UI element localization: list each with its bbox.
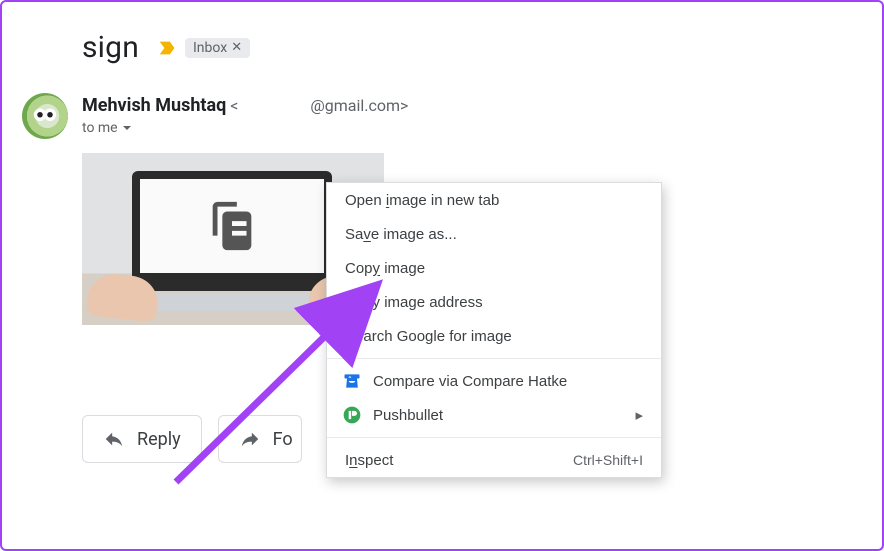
- sender-line: Mehvish Mushtaq <@gmail.com>: [82, 95, 408, 116]
- ctx-open-image-label: Open image in new tab: [345, 192, 499, 209]
- sender-name: Mehvish Mushtaq: [82, 95, 226, 116]
- reply-icon: [103, 428, 125, 450]
- sender-email: <@gmail.com>: [230, 96, 408, 115]
- recipient-text: to me: [82, 120, 118, 136]
- important-marker-icon[interactable]: [157, 37, 179, 59]
- forward-label: Fo: [273, 429, 293, 450]
- redacted-email: [238, 98, 310, 116]
- ctx-pushbullet[interactable]: Pushbullet ▸: [327, 398, 661, 432]
- ctx-copy-address[interactable]: Copy image address: [327, 285, 661, 319]
- inbox-label-chip[interactable]: Inbox ✕: [185, 38, 250, 58]
- remove-label-icon[interactable]: ✕: [231, 40, 242, 55]
- ctx-copy-address-label: Copy image address: [345, 294, 483, 311]
- ctx-copy-image[interactable]: Copy image: [327, 251, 661, 285]
- ctx-search-google-label: Search Google for image: [345, 328, 512, 345]
- ctx-inspect-label: Inspect: [345, 452, 393, 469]
- compare-hatke-icon: [341, 370, 363, 392]
- ctx-copy-image-label: Copy image: [345, 260, 425, 277]
- ctx-open-image[interactable]: Open image in new tab: [327, 183, 661, 217]
- reply-label: Reply: [137, 429, 181, 450]
- ctx-separator-1: [327, 358, 661, 359]
- forward-button[interactable]: Fo: [218, 415, 302, 463]
- ctx-search-google[interactable]: Search Google for image: [327, 319, 661, 353]
- ctx-save-image-label: Save image as...: [345, 226, 457, 243]
- ctx-save-image[interactable]: Save image as...: [327, 217, 661, 251]
- ctx-compare-hatke-label: Compare via Compare Hatke: [373, 373, 567, 390]
- chevron-down-icon: [122, 123, 132, 133]
- ctx-separator-2: [327, 437, 661, 438]
- context-menu: Open image in new tab Save image as... C…: [326, 182, 662, 478]
- inbox-label-text: Inbox: [193, 40, 227, 56]
- ctx-inspect-shortcut: Ctrl+Shift+I: [573, 452, 643, 468]
- recipient-line[interactable]: to me: [82, 120, 408, 136]
- submenu-arrow-icon: ▸: [635, 406, 643, 424]
- ctx-pushbullet-label: Pushbullet: [373, 407, 443, 424]
- forward-icon: [239, 428, 261, 450]
- ctx-inspect[interactable]: Inspect Ctrl+Shift+I: [327, 443, 661, 477]
- ctx-compare-hatke[interactable]: Compare via Compare Hatke: [327, 364, 661, 398]
- reply-button[interactable]: Reply: [82, 415, 202, 463]
- document-copy-icon: [203, 197, 261, 255]
- email-subject: sign: [82, 30, 139, 65]
- avatar[interactable]: [22, 93, 68, 139]
- pushbullet-icon: [341, 404, 363, 426]
